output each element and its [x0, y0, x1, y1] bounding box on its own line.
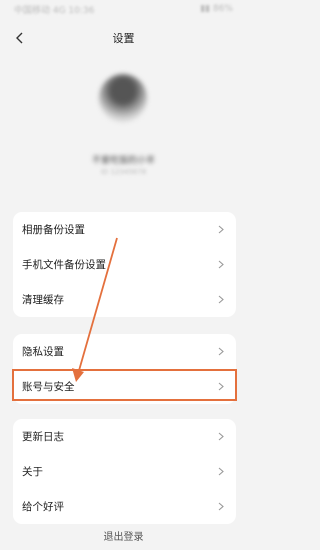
settings-group-privacy: 隐私设置 账号与安全	[13, 334, 236, 404]
settings-group-storage: 相册备份设置 手机文件备份设置 清理缓存	[13, 212, 236, 317]
settings-item-clear-cache[interactable]: 清理缓存	[13, 282, 236, 317]
back-button[interactable]	[10, 28, 30, 48]
status-bar: 中国移动 4G 10:36 ▮▮ 86%	[0, 0, 247, 18]
chevron-right-icon	[218, 347, 227, 356]
settings-item-label: 清理缓存	[22, 294, 64, 306]
settings-item-album-backup[interactable]: 相册备份设置	[13, 212, 236, 247]
logout-button[interactable]: 退出登录	[0, 528, 247, 543]
settings-item-label: 手机文件备份设置	[22, 259, 106, 271]
status-bar-left: 中国移动 4G 10:36	[14, 5, 95, 16]
chevron-right-icon	[218, 260, 227, 269]
settings-item-about[interactable]: 关于	[13, 454, 236, 489]
nav-bar: 设置	[0, 24, 247, 52]
avatar[interactable]	[99, 74, 147, 122]
chevron-right-icon	[218, 225, 227, 234]
settings-item-label: 关于	[22, 466, 43, 478]
settings-item-label: 相册备份设置	[22, 224, 85, 236]
settings-item-account-security[interactable]: 账号与安全	[13, 369, 236, 404]
settings-group-about: 更新日志 关于 给个好评	[13, 419, 236, 524]
chevron-right-icon	[218, 432, 227, 441]
profile-subtext: ID 12345678	[100, 168, 147, 176]
chevron-right-icon	[218, 502, 227, 511]
profile-nickname: 不爱吃饭的小羊	[91, 156, 155, 166]
settings-item-rate-app[interactable]: 给个好评	[13, 489, 236, 524]
settings-item-changelog[interactable]: 更新日志	[13, 419, 236, 454]
settings-item-label: 隐私设置	[22, 346, 64, 358]
settings-item-file-backup[interactable]: 手机文件备份设置	[13, 247, 236, 282]
chevron-right-icon	[218, 295, 227, 304]
settings-item-label: 给个好评	[22, 501, 64, 513]
page-title: 设置	[112, 32, 135, 45]
settings-item-label: 更新日志	[22, 431, 64, 443]
chevron-right-icon	[218, 467, 227, 476]
status-bar-right: ▮▮ 86%	[200, 4, 233, 14]
chevron-right-icon	[218, 382, 227, 391]
settings-item-privacy[interactable]: 隐私设置	[13, 334, 236, 369]
chevron-left-icon	[16, 32, 23, 44]
settings-item-label: 账号与安全	[22, 381, 75, 393]
